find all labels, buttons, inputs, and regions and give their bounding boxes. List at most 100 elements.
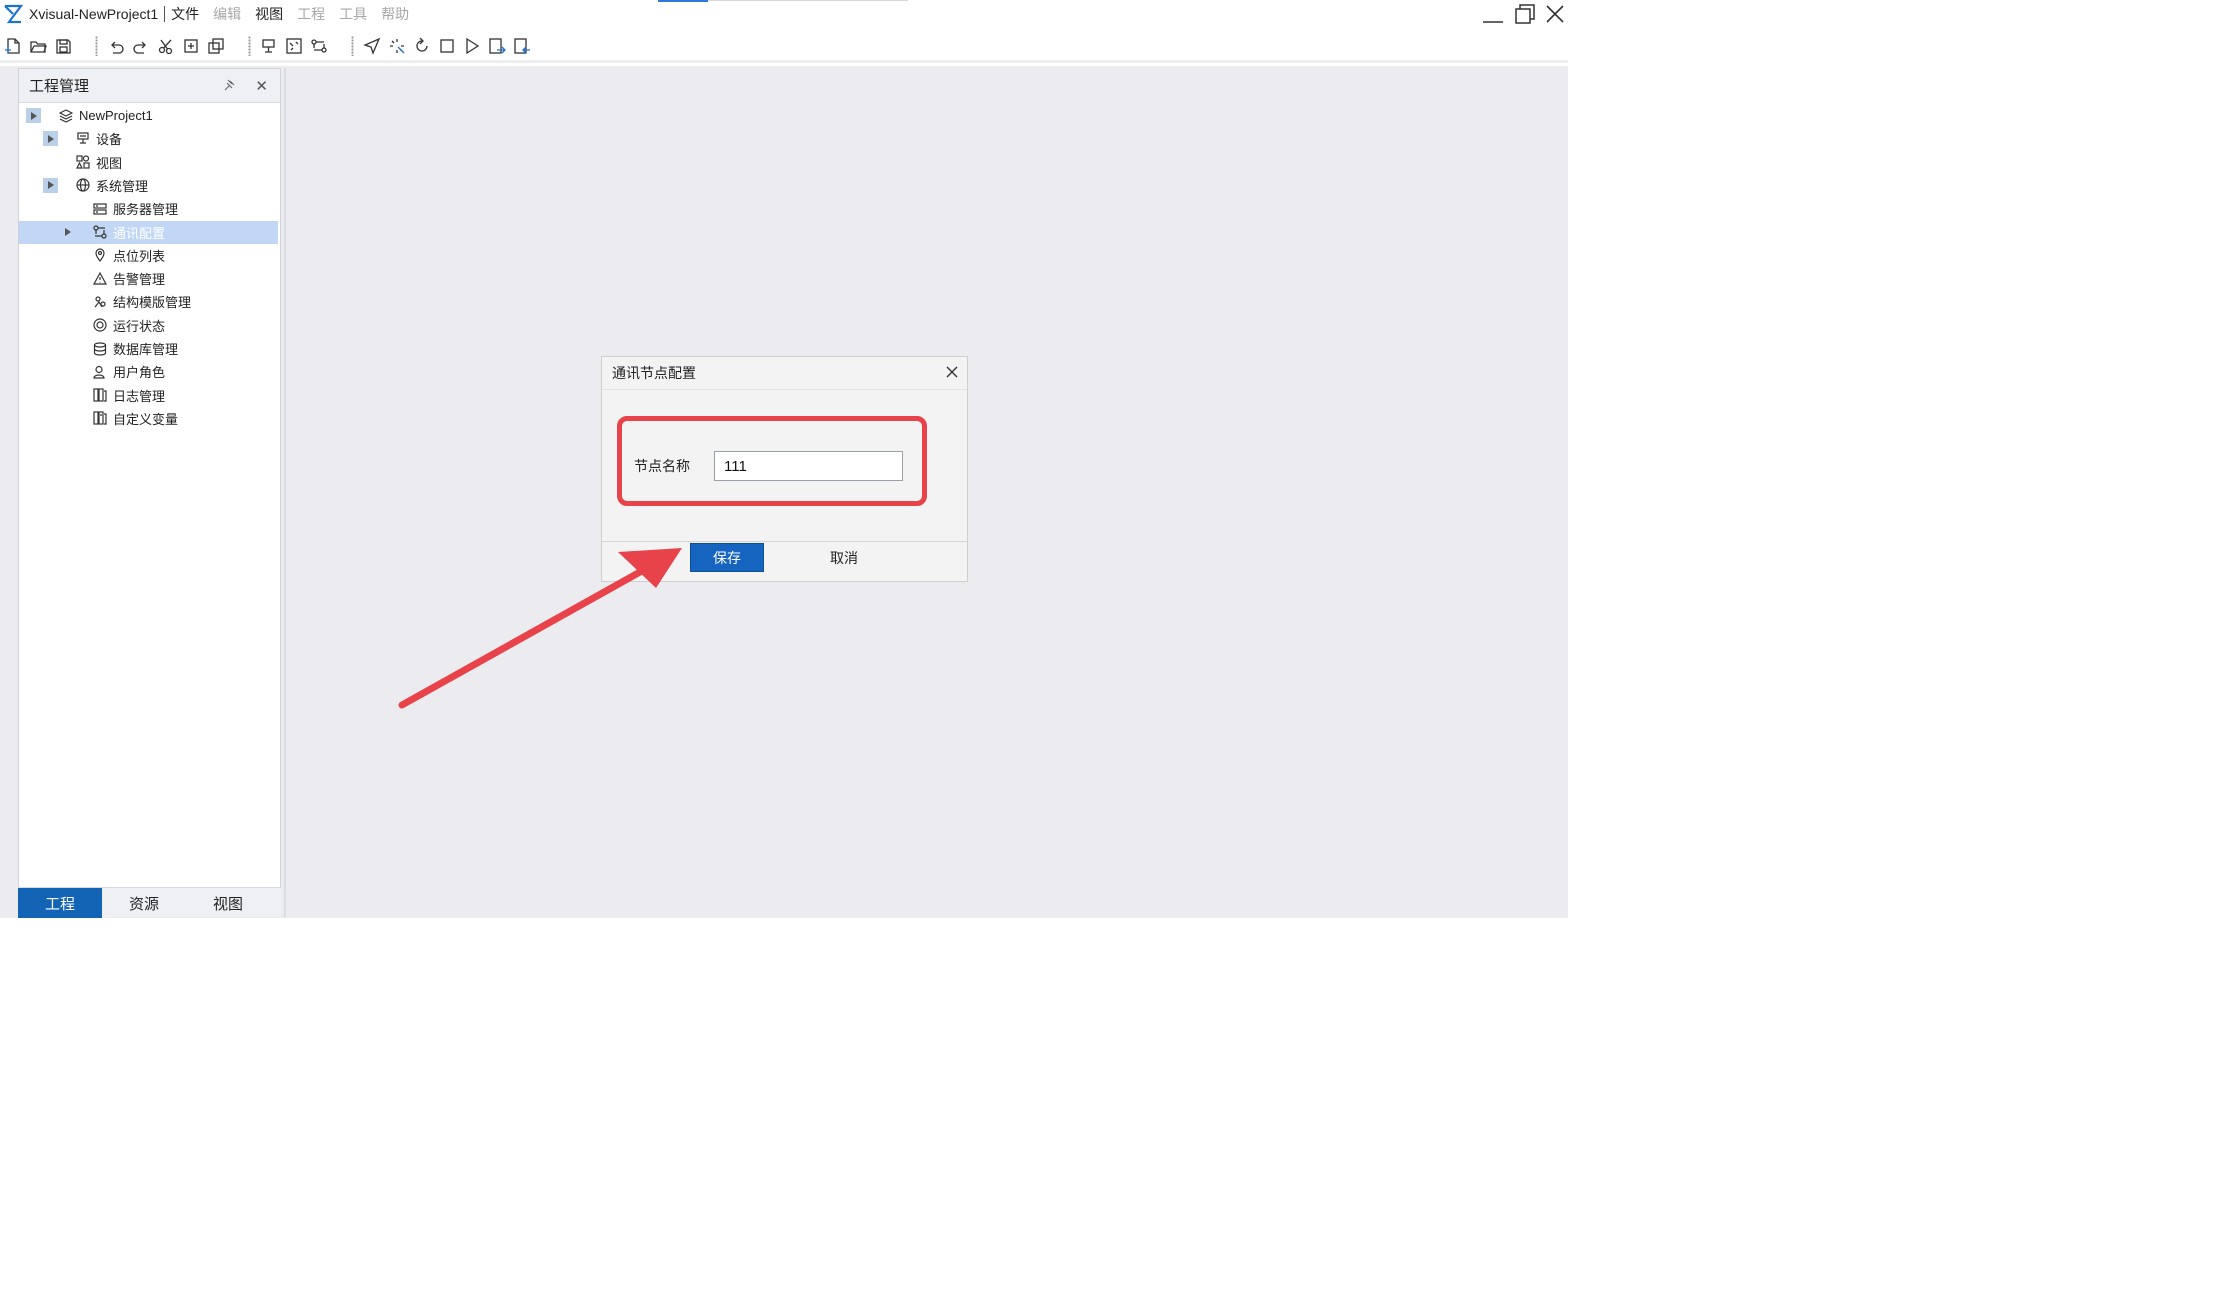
run-icon: [465, 37, 479, 54]
loading-indicator: [658, 0, 708, 2]
open-folder-icon: [29, 40, 47, 53]
menu-item-1[interactable]: 编辑: [213, 4, 241, 24]
toolbar-group: [359, 33, 534, 58]
menu-item-2[interactable]: 视图: [255, 4, 283, 24]
restore-button[interactable]: [1510, 0, 1540, 28]
tree-node[interactable]: 运行状态: [19, 314, 278, 337]
expand-toggle-icon[interactable]: [43, 131, 58, 147]
alarm-icon: [92, 271, 108, 286]
user-icon: [93, 365, 107, 379]
tree-node-label: 点位列表: [113, 248, 166, 264]
tree-node-label: 数据库管理: [113, 342, 179, 357]
tree-node[interactable]: 用户角色: [19, 360, 278, 383]
tree-node[interactable]: 设备: [19, 127, 278, 150]
tree-node[interactable]: 告警管理: [19, 267, 278, 290]
panel-tab[interactable]: 视图: [186, 888, 270, 918]
tree-node[interactable]: 结构模版管理: [19, 290, 278, 313]
menu-item-5[interactable]: 帮助: [381, 4, 409, 24]
panel-close-button[interactable]: ✕: [255, 77, 268, 95]
copy-button[interactable]: [203, 33, 228, 58]
compile-icon: [389, 38, 404, 53]
tree-node[interactable]: 点位列表: [19, 244, 278, 267]
menu-item-3[interactable]: 工程: [297, 4, 325, 24]
pin-icon: [93, 248, 107, 263]
tree-node-label: 通讯配置: [113, 225, 166, 241]
view-add-button[interactable]: [281, 33, 306, 58]
new-file-button[interactable]: [0, 33, 25, 58]
tree-node[interactable]: 自定义变量: [19, 407, 278, 430]
save-button[interactable]: [50, 33, 75, 58]
template-icon: [93, 295, 107, 309]
close-icon: [1546, 5, 1564, 23]
send-icon: [362, 37, 380, 55]
cancel-button[interactable]: 取消: [807, 543, 881, 572]
tree-node[interactable]: NewProject1: [19, 104, 278, 127]
restore-icon: [1515, 4, 1535, 24]
cut-button[interactable]: [153, 33, 178, 58]
tree-node[interactable]: 日志管理: [19, 384, 278, 407]
tree-node[interactable]: 服务器管理: [19, 197, 278, 220]
toolbar-grip[interactable]: [351, 35, 354, 56]
send-button[interactable]: [359, 33, 384, 58]
tree-node-label: 视图: [96, 155, 123, 171]
panel-tab[interactable]: 工程: [18, 888, 102, 918]
import-icon: [513, 37, 530, 54]
open-folder-button[interactable]: [25, 33, 50, 58]
layers-icon: [58, 108, 74, 123]
variable-icon: [93, 411, 107, 425]
tree-node-label: 日志管理: [113, 388, 166, 404]
redo-button[interactable]: [128, 33, 153, 58]
log-icon: [93, 388, 107, 402]
undo-icon: [110, 41, 124, 54]
node-name-input[interactable]: [714, 451, 903, 481]
stop-icon: [439, 38, 454, 53]
toolbar-grip[interactable]: [95, 35, 98, 56]
export-icon: [488, 37, 506, 54]
expand-toggle-icon[interactable]: [43, 177, 58, 193]
loading-track: [708, 0, 908, 1]
toolbar-grip[interactable]: [248, 35, 251, 56]
tree-node-label: 告警管理: [113, 272, 166, 288]
pin-icon[interactable]: [224, 79, 236, 91]
compile-button[interactable]: [384, 33, 409, 58]
app-logo-icon: [4, 4, 23, 24]
panel-header: 工程管理 ✕: [19, 69, 280, 103]
device-icon: [76, 132, 90, 146]
import-button[interactable]: [509, 33, 534, 58]
copy-add-icon: [183, 38, 198, 53]
project-tree: NewProject1 设备视图系统管理 服务器管理通讯配置点位列表告警管理结构模版…: [19, 103, 280, 887]
copy-add-button[interactable]: [178, 33, 203, 58]
export-button[interactable]: [484, 33, 509, 58]
menu-item-4[interactable]: 工具: [339, 4, 367, 24]
comm-icon: [93, 225, 107, 239]
expand-toggle-icon[interactable]: [60, 225, 75, 240]
refresh-button[interactable]: [409, 33, 434, 58]
tree-node-label: 自定义变量: [113, 411, 179, 427]
close-window-button[interactable]: [1540, 0, 1570, 28]
dialog-header: 通讯节点配置: [602, 357, 967, 390]
save-button[interactable]: 保存: [690, 543, 764, 572]
view-icon: [76, 155, 90, 169]
expand-toggle-icon[interactable]: [26, 108, 41, 123]
node-name-label: 节点名称: [634, 458, 690, 474]
stop-button[interactable]: [434, 33, 459, 58]
device-add-button[interactable]: [256, 33, 281, 58]
comm-add-icon: [310, 38, 327, 53]
menu-item-0[interactable]: 文件: [171, 4, 199, 24]
dialog-title: 通讯节点配置: [612, 365, 696, 381]
undo-button[interactable]: [103, 33, 128, 58]
main-toolbar: [0, 31, 1568, 63]
comm-node-dialog: 通讯节点配置 节点名称 保存 取消: [601, 356, 968, 582]
run-button[interactable]: [459, 33, 484, 58]
panel-splitter[interactable]: [284, 68, 286, 917]
dialog-close-icon[interactable]: [945, 365, 959, 379]
tree-node[interactable]: 视图: [19, 151, 278, 174]
save-icon: [55, 38, 71, 54]
minimize-button[interactable]: [1478, 0, 1508, 28]
toolbar-group: [256, 33, 331, 58]
tree-node[interactable]: 通讯配置: [19, 220, 278, 244]
tree-node[interactable]: 系统管理: [19, 174, 278, 197]
comm-add-button[interactable]: [306, 33, 331, 58]
panel-tab[interactable]: 资源: [102, 888, 186, 918]
tree-node[interactable]: 数据库管理: [19, 337, 278, 360]
